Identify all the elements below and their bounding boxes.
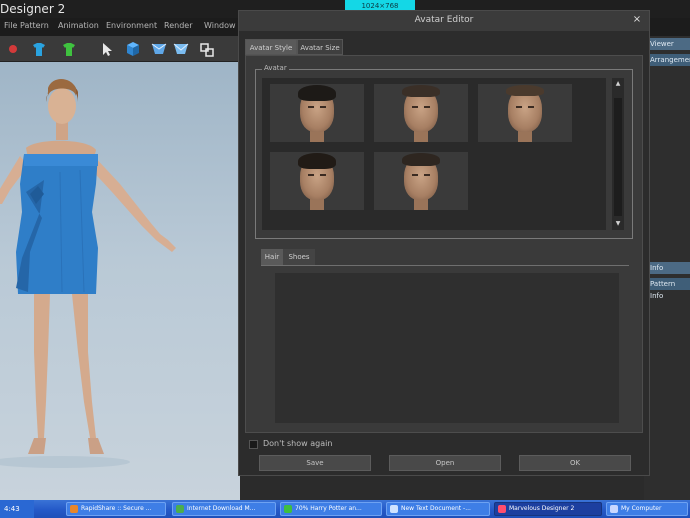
open-button[interactable]: Open xyxy=(389,455,501,471)
screen: Designer 2 1024×768 File Pattern Animati… xyxy=(0,0,690,518)
select-cursor-icon[interactable] xyxy=(98,40,116,58)
menu-animation[interactable]: Animation xyxy=(58,21,99,30)
menu-pattern[interactable]: Pattern xyxy=(20,21,49,30)
sew-icon[interactable] xyxy=(198,40,216,58)
app-title: Designer 2 xyxy=(0,2,66,16)
ok-button[interactable]: OK xyxy=(519,455,631,471)
avatar-editor-dialog: Avatar Editor × Avatar Style Avatar Size… xyxy=(238,10,650,476)
3d-viewport[interactable] xyxy=(0,62,240,500)
avatar-scrollbar[interactable]: ▲ ▼ xyxy=(612,78,624,230)
taskbar-item-download-progress[interactable]: 70% Harry Potter an... xyxy=(280,502,382,516)
avatar-thumbnail[interactable] xyxy=(478,84,572,142)
dont-show-checkbox[interactable] xyxy=(249,440,258,449)
task-label: New Text Document -... xyxy=(401,505,471,512)
tab-shoes[interactable]: Shoes xyxy=(283,249,315,265)
menu-render[interactable]: Render xyxy=(164,21,192,30)
task-label: RapidShare :: Secure ... xyxy=(81,505,152,512)
cloth-icon[interactable] xyxy=(172,40,190,58)
tab-avatar-style[interactable]: Avatar Style xyxy=(245,39,297,55)
taskbar-item-rapidshare[interactable]: RapidShare :: Secure ... xyxy=(66,502,166,516)
avatar-thumbnail[interactable] xyxy=(374,84,468,142)
app-icon xyxy=(498,505,506,513)
panel-tab-viewer[interactable]: Viewer xyxy=(644,38,690,50)
panel-tab-info[interactable]: Info xyxy=(644,262,690,274)
sub-tab-content xyxy=(275,273,619,423)
avatar-model xyxy=(0,79,176,468)
notepad-icon xyxy=(390,505,398,513)
avatar-grid xyxy=(262,78,606,230)
cloth-icon[interactable] xyxy=(150,40,168,58)
dialog-title: Avatar Editor xyxy=(414,15,474,25)
taskbar-clock: 4:43 xyxy=(0,500,34,518)
close-icon[interactable]: × xyxy=(631,14,643,26)
avatar-thumbnail[interactable] xyxy=(374,152,468,210)
task-label: 70% Harry Potter an... xyxy=(295,505,362,512)
menu-environment[interactable]: Environment xyxy=(106,21,157,30)
toolbar xyxy=(0,36,240,62)
taskbar-item-my-computer[interactable]: My Computer xyxy=(606,502,688,516)
save-button[interactable]: Save xyxy=(259,455,371,471)
menu-window[interactable]: Window xyxy=(204,21,236,30)
panel-tab-pattern-info[interactable]: Pattern Info xyxy=(644,278,690,300)
tab-hair[interactable]: Hair xyxy=(261,249,283,265)
taskbar-item-idm[interactable]: Internet Download M... xyxy=(172,502,276,516)
transform-icon[interactable] xyxy=(124,40,142,58)
record-icon[interactable] xyxy=(4,40,22,58)
task-label: Marvelous Designer 2 xyxy=(509,505,575,512)
scroll-down-icon[interactable]: ▼ xyxy=(614,220,622,228)
avatar-thumbnail[interactable] xyxy=(270,152,364,210)
tab-avatar-size[interactable]: Avatar Size xyxy=(297,39,343,55)
panel-tab-arrangement[interactable]: Arrangement xyxy=(644,54,690,66)
dont-show-label: Don't show again xyxy=(263,439,333,448)
computer-icon xyxy=(610,505,618,513)
menu-file[interactable]: File xyxy=(4,21,17,30)
taskbar: 4:43 RapidShare :: Secure ... Internet D… xyxy=(0,500,690,518)
scroll-thumb[interactable] xyxy=(614,98,622,216)
dialog-titlebar[interactable]: Avatar Editor × xyxy=(239,11,649,31)
avatar-group-label: Avatar xyxy=(262,64,289,72)
task-label: Internet Download M... xyxy=(187,505,256,512)
avatar-group: Avatar ▲ ▼ xyxy=(255,64,633,239)
sub-tab-divider xyxy=(261,265,629,266)
download-icon xyxy=(176,505,184,513)
avatar-thumbnail[interactable] xyxy=(270,84,364,142)
shirt-green-icon[interactable] xyxy=(60,40,78,58)
shirt-icon[interactable] xyxy=(30,40,48,58)
task-label: My Computer xyxy=(621,505,662,512)
browser-icon xyxy=(70,505,78,513)
download-icon xyxy=(284,505,292,513)
right-panel: Viewer Arrangement Info Pattern Info xyxy=(644,36,690,500)
taskbar-item-marvelous-designer[interactable]: Marvelous Designer 2 xyxy=(494,502,602,516)
scroll-up-icon[interactable]: ▲ xyxy=(614,80,622,88)
taskbar-item-notepad[interactable]: New Text Document -... xyxy=(386,502,490,516)
